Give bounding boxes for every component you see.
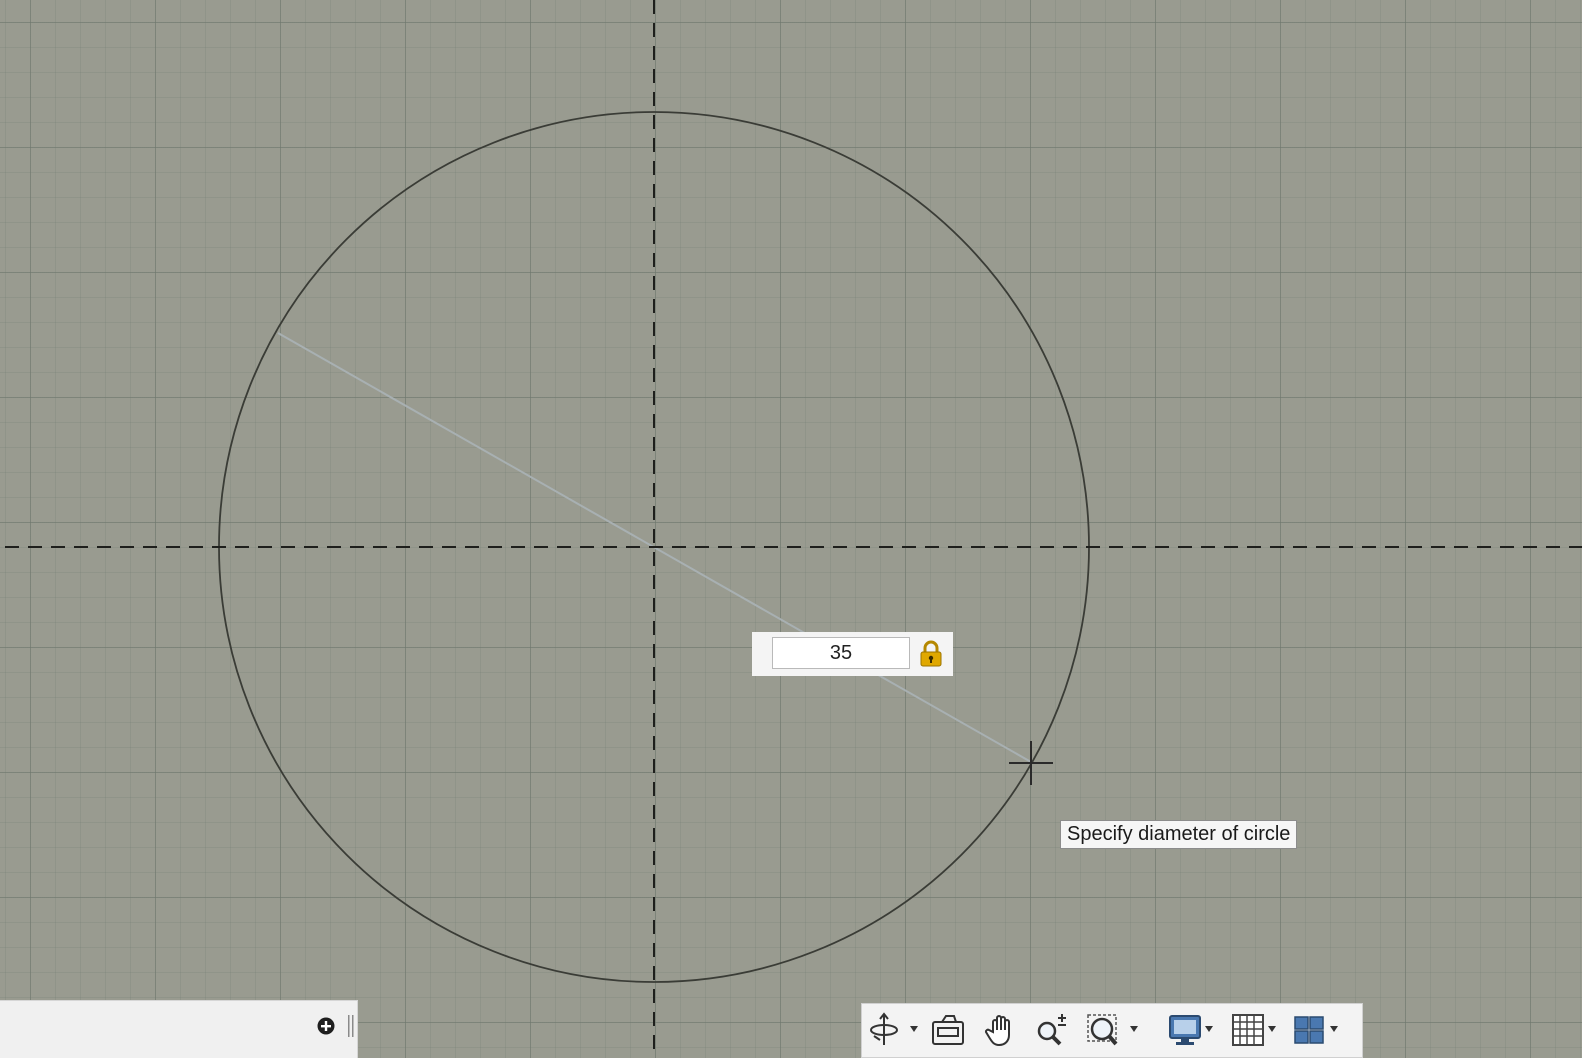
orbit-icon bbox=[870, 1012, 918, 1045]
grid-settings-button[interactable] bbox=[1230, 1010, 1282, 1050]
display-settings-icon bbox=[1169, 1015, 1213, 1045]
lock-icon[interactable] bbox=[918, 640, 944, 668]
command-line-panel[interactable] bbox=[0, 1000, 358, 1058]
zoom-realtime-button[interactable] bbox=[1032, 1010, 1072, 1050]
navigation-bar bbox=[861, 1003, 1363, 1058]
orbit-button[interactable] bbox=[866, 1010, 924, 1050]
viewports-button[interactable] bbox=[1292, 1010, 1348, 1050]
steering-wheel-icon bbox=[932, 1015, 964, 1045]
pan-hand-icon bbox=[985, 1015, 1010, 1047]
plus-circle-icon[interactable] bbox=[316, 1016, 336, 1036]
zoom-realtime-icon bbox=[1037, 1014, 1066, 1046]
command-tooltip: Specify diameter of circle bbox=[1060, 820, 1298, 849]
display-settings-button[interactable] bbox=[1167, 1010, 1219, 1050]
zoom-window-button[interactable] bbox=[1084, 1010, 1144, 1050]
crosshair-cursor-icon bbox=[1009, 741, 1053, 785]
pan-button[interactable] bbox=[982, 1010, 1022, 1050]
dynamic-input-box bbox=[752, 632, 953, 676]
steering-wheel-button[interactable] bbox=[928, 1010, 968, 1050]
sketch-geometry bbox=[5, 0, 1582, 1058]
viewports-icon bbox=[1294, 1016, 1338, 1044]
zoom-window-icon bbox=[1087, 1014, 1138, 1046]
drawing-canvas[interactable]: Specify diameter of circle bbox=[0, 0, 1582, 1058]
grip-handle-icon[interactable] bbox=[348, 1015, 354, 1037]
diameter-input[interactable] bbox=[772, 637, 910, 669]
grid-settings-icon bbox=[1232, 1014, 1276, 1046]
